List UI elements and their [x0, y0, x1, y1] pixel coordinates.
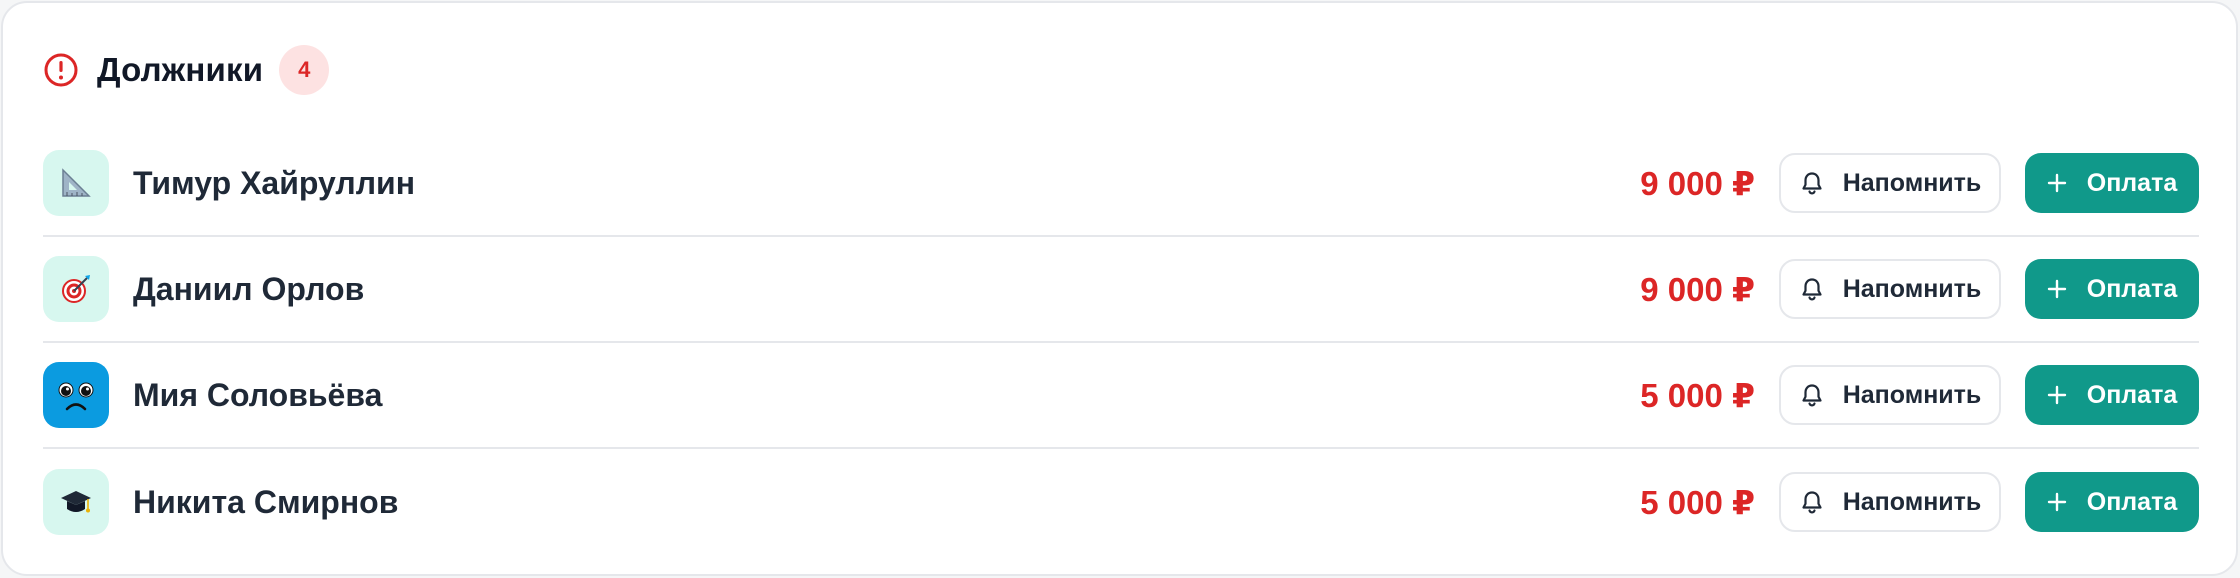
- avatar: [43, 362, 109, 428]
- remind-label: Напомнить: [1842, 274, 1982, 303]
- debt-amount: 9 000 ₽: [1640, 164, 1755, 202]
- plus-icon: [2047, 385, 2067, 405]
- pay-button[interactable]: Оплата: [2025, 472, 2199, 532]
- debtors-card: Должники 4 Тимур Хайруллин 9 000 ₽ Напом…: [1, 1, 2238, 576]
- debtor-name: Тимур Хайруллин: [133, 164, 416, 201]
- debtors-count-badge: 4: [279, 45, 330, 95]
- pay-label: Оплата: [2086, 380, 2178, 409]
- plus-icon: [2047, 279, 2067, 299]
- debtor-name: Никита Смирнов: [133, 483, 399, 520]
- remind-label: Напомнить: [1842, 168, 1982, 197]
- debt-amount: 5 000 ₽: [1640, 376, 1755, 414]
- pay-label: Оплата: [2086, 274, 2178, 303]
- debtor-name: Даниил Орлов: [133, 270, 365, 307]
- target-dart-icon: [62, 275, 90, 303]
- remind-label: Напомнить: [1842, 487, 1982, 516]
- debt-amount: 9 000 ₽: [1640, 270, 1755, 308]
- debtor-row: Тимур Хайруллин 9 000 ₽ Напомнить Оплата: [43, 131, 2199, 237]
- pay-button[interactable]: Оплата: [2025, 259, 2199, 319]
- pay-label: Оплата: [2086, 487, 2178, 516]
- avatar: [43, 469, 109, 535]
- debtor-name: Мия Соловьёва: [133, 376, 383, 413]
- remind-button[interactable]: Напомнить: [1779, 153, 2001, 213]
- plus-icon: [2047, 492, 2067, 512]
- debtor-row: Даниил Орлов 9 000 ₽ Напомнить Оплата: [43, 237, 2199, 343]
- graduation-cap-icon: [61, 491, 91, 513]
- remind-label: Напомнить: [1842, 380, 1982, 409]
- bell-icon: [1799, 170, 1825, 196]
- alert-circle-icon: [44, 53, 78, 87]
- debtor-row: Никита Смирнов 5 000 ₽ Напомнить Оплата: [43, 449, 2199, 555]
- remind-button[interactable]: Напомнить: [1779, 259, 2001, 319]
- avatar: [43, 150, 109, 216]
- bell-icon: [1799, 276, 1825, 302]
- section-title: Должники: [97, 51, 264, 88]
- pay-label: Оплата: [2086, 168, 2178, 197]
- remind-button[interactable]: Напомнить: [1779, 365, 2001, 425]
- remind-button[interactable]: Напомнить: [1779, 472, 2001, 532]
- pay-button[interactable]: Оплата: [2025, 153, 2199, 213]
- debtors-header: Должники 4: [43, 45, 330, 95]
- debtor-row: Мия Соловьёва 5 000 ₽ Напомнить Оплата: [43, 343, 2199, 449]
- debtors-list: Тимур Хайруллин 9 000 ₽ Напомнить Оплата: [43, 131, 2199, 555]
- avatar: [43, 256, 109, 322]
- pay-button[interactable]: Оплата: [2025, 365, 2199, 425]
- debt-amount: 5 000 ₽: [1640, 483, 1755, 521]
- plus-icon: [2047, 173, 2067, 193]
- bell-icon: [1799, 489, 1825, 515]
- triangle-ruler-icon: [62, 168, 91, 197]
- bell-icon: [1799, 382, 1825, 408]
- sad-face-icon: [58, 382, 94, 411]
